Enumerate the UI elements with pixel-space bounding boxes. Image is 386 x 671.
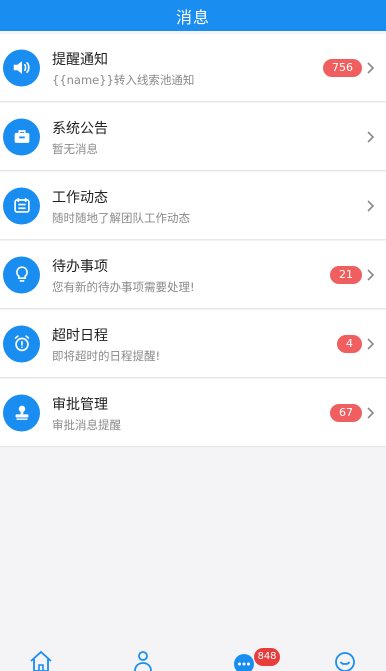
contacts-icon[interactable] bbox=[129, 647, 157, 671]
speaker-icon bbox=[3, 49, 40, 86]
chevron-right-icon bbox=[366, 268, 376, 282]
message-title: 工作动态 bbox=[52, 190, 108, 206]
chevron-right-icon bbox=[366, 337, 376, 351]
message-title: 待办事项 bbox=[52, 259, 108, 275]
chevron-right-icon bbox=[366, 199, 376, 213]
alarm-clock-icon bbox=[3, 325, 40, 362]
message-subtitle: 暂无消息 bbox=[52, 142, 98, 156]
message-subtitle: 随时随地了解团队工作动态 bbox=[52, 211, 190, 225]
message-subtitle: 审批消息提醒 bbox=[52, 418, 121, 432]
message-item-announcement[interactable]: 系统公告 暂无消息 bbox=[0, 103, 386, 171]
profile-icon[interactable] bbox=[331, 647, 359, 671]
message-count-badge: 848 bbox=[254, 648, 280, 666]
page-title: 消息 bbox=[175, 7, 210, 27]
unread-badge: 4 bbox=[337, 334, 362, 353]
message-item-approval[interactable]: 审批管理 审批消息提醒 67 bbox=[0, 379, 386, 447]
lightbulb-icon bbox=[3, 256, 40, 293]
unread-badge: 756 bbox=[323, 58, 362, 77]
briefcase-icon bbox=[3, 118, 40, 155]
message-title: 系统公告 bbox=[52, 121, 108, 137]
bottom-tab-bar bbox=[0, 647, 386, 671]
message-item-work-updates[interactable]: 工作动态 随时随地了解团队工作动态 bbox=[0, 172, 386, 240]
message-title: 审批管理 bbox=[52, 397, 108, 413]
home-icon[interactable] bbox=[27, 647, 55, 671]
message-list: 提醒通知 {{name}}转入线索池通知 756 系统公告 暂无消息 工作动态 … bbox=[0, 34, 386, 448]
top-bar: 消息 bbox=[0, 0, 386, 31]
chevron-right-icon bbox=[366, 130, 376, 144]
message-item-reminder[interactable]: 提醒通知 {{name}}转入线索池通知 756 bbox=[0, 34, 386, 102]
message-subtitle: 您有新的待办事项需要处理! bbox=[52, 280, 195, 294]
chevron-right-icon bbox=[366, 61, 376, 75]
unread-badge: 67 bbox=[330, 403, 362, 422]
stamp-icon bbox=[3, 394, 40, 431]
unread-badge: 21 bbox=[330, 265, 362, 284]
message-item-overdue-schedule[interactable]: 超时日程 即将超时的日程提醒! 4 bbox=[0, 310, 386, 378]
message-title: 超时日程 bbox=[52, 328, 108, 344]
message-title: 提醒通知 bbox=[52, 52, 108, 68]
chevron-right-icon bbox=[366, 406, 376, 420]
message-subtitle: 即将超时的日程提醒! bbox=[52, 349, 161, 363]
calendar-icon bbox=[3, 187, 40, 224]
message-subtitle: {{name}}转入线索池通知 bbox=[52, 73, 195, 87]
message-item-todo[interactable]: 待办事项 您有新的待办事项需要处理! 21 bbox=[0, 241, 386, 309]
